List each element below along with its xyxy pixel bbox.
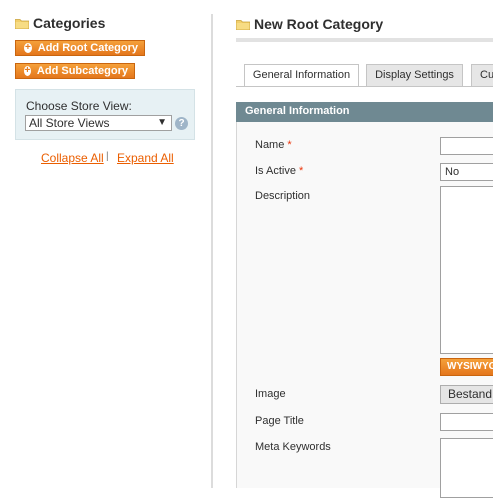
- folder-icon: [236, 20, 250, 30]
- meta-keywords-textarea[interactable]: [440, 438, 493, 498]
- add-root-category-button[interactable]: + Add Root Category: [15, 40, 145, 56]
- add-root-category-label: Add Root Category: [37, 42, 138, 54]
- wysiwyg-button[interactable]: WYSIWYG: [440, 358, 493, 376]
- chevron-down-icon: ▼: [157, 117, 167, 128]
- folder-icon: [15, 19, 29, 29]
- page-title: New Root Category: [254, 16, 384, 32]
- is-active-label: Is Active *: [255, 165, 304, 177]
- plus-icon: +: [24, 65, 31, 76]
- title-underline: [236, 38, 493, 42]
- required-mark: *: [287, 139, 292, 151]
- is-active-value: No: [445, 166, 460, 178]
- help-icon[interactable]: ?: [175, 117, 188, 130]
- section-header: General Information: [236, 102, 493, 122]
- add-subcategory-label: Add Subcategory: [36, 65, 128, 77]
- is-active-select[interactable]: No: [440, 163, 493, 181]
- link-separator: |: [106, 151, 109, 162]
- description-textarea[interactable]: [440, 186, 493, 354]
- tab-general-information[interactable]: General Information: [244, 64, 359, 87]
- image-label: Image: [255, 388, 286, 400]
- store-view-switcher: Choose Store View: All Store Views ▼ ?: [15, 89, 195, 140]
- required-mark: *: [299, 165, 304, 177]
- expand-all-link[interactable]: Expand All: [117, 151, 174, 165]
- add-subcategory-button[interactable]: + Add Subcategory: [15, 63, 135, 79]
- meta-keywords-label: Meta Keywords: [255, 441, 331, 453]
- tab-custom-design[interactable]: Cu: [471, 64, 493, 86]
- description-label: Description: [255, 190, 311, 202]
- tabs-baseline: [236, 86, 493, 87]
- column-divider: [211, 14, 213, 488]
- collapse-all-link[interactable]: Collapse All: [41, 151, 104, 165]
- image-file-button[interactable]: Bestand: [440, 385, 493, 404]
- name-input[interactable]: [440, 137, 493, 155]
- store-view-label: Choose Store View:: [26, 99, 132, 113]
- store-view-value: All Store Views: [29, 116, 110, 130]
- tab-display-settings[interactable]: Display Settings: [366, 64, 463, 86]
- page-title-input[interactable]: [440, 413, 493, 431]
- categories-title: Categories: [33, 15, 106, 31]
- page-title-label: Page Title: [255, 415, 304, 427]
- store-view-select[interactable]: All Store Views ▼: [25, 115, 172, 131]
- name-label: Name *: [255, 139, 292, 151]
- plus-icon: +: [24, 42, 32, 53]
